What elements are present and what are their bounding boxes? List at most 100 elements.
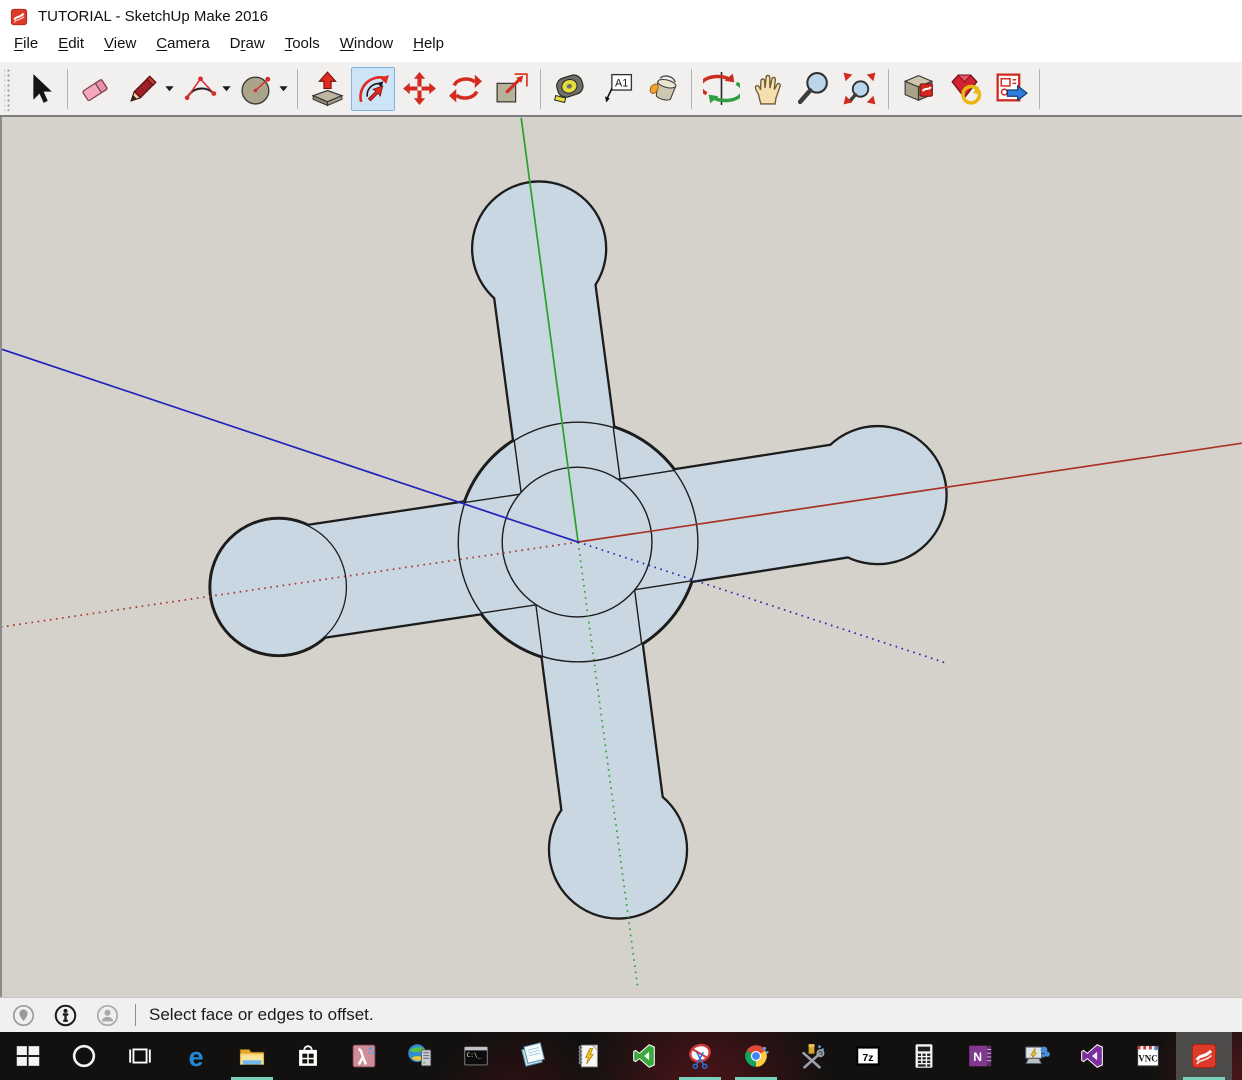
offset-tool-button[interactable]	[351, 67, 395, 111]
taskbar-button-lambda-app[interactable]	[336, 1032, 392, 1080]
store-icon	[293, 1041, 323, 1071]
menu-item-draw[interactable]: Draw	[220, 33, 275, 56]
seven-zip-icon: 7z	[853, 1041, 883, 1071]
paint-bucket-icon	[644, 70, 681, 107]
svg-text:VNC: VNC	[1138, 1054, 1157, 1064]
taskbar-button-edge-browser[interactable]: e	[168, 1032, 224, 1080]
taskbar-button-admin-tools[interactable]	[784, 1032, 840, 1080]
extension-warehouse-icon	[946, 70, 983, 107]
tape-measure-tool-button[interactable]	[548, 67, 592, 111]
lightning-notebook-icon	[573, 1041, 603, 1071]
command-prompt-icon: C:\_	[461, 1041, 491, 1071]
taskbar-button-visual-studio-green[interactable]	[616, 1032, 672, 1080]
select-tool-button[interactable]	[16, 67, 60, 111]
pan-tool-button[interactable]	[745, 67, 789, 111]
taskbar-button-chrome[interactable]	[728, 1032, 784, 1080]
windows-taskbar: e C:\_ 7z N VNC	[0, 1032, 1242, 1080]
toolbar: A1	[0, 62, 1242, 117]
taskbar-button-calculator[interactable]	[896, 1032, 952, 1080]
tape-measure-icon	[552, 70, 589, 107]
zoom-extents-icon	[841, 70, 878, 107]
status-geolocation-button[interactable]	[9, 1001, 37, 1029]
vnc-viewer-icon: VNC	[1133, 1041, 1163, 1071]
circle-tool-dropdown[interactable]	[277, 67, 290, 111]
taskbar-button-notebook-app[interactable]	[560, 1032, 616, 1080]
get-models-button[interactable]	[896, 67, 940, 111]
orbit-tool-button[interactable]	[699, 67, 743, 111]
scale-tool-button[interactable]	[489, 67, 533, 111]
drawing-viewport[interactable]	[0, 117, 1242, 997]
toolbar-grip-handle[interactable]	[4, 67, 11, 111]
taskbar-button-snipping-tool[interactable]	[672, 1032, 728, 1080]
menu-item-help[interactable]: Help	[403, 33, 454, 56]
move-tool-button[interactable]	[397, 67, 441, 111]
menu-item-window[interactable]: Window	[330, 33, 403, 56]
zoom-extents-tool-button[interactable]	[837, 67, 881, 111]
send-to-layout-button[interactable]	[988, 67, 1032, 111]
onenote-icon: N	[965, 1041, 995, 1071]
line-tool-button[interactable]	[121, 67, 165, 111]
svg-text:C:\_: C:\_	[467, 1052, 482, 1059]
status-sign-in-button[interactable]	[93, 1001, 121, 1029]
sketchup-logo-icon	[9, 7, 29, 27]
menu-item-tools[interactable]: Tools	[275, 33, 330, 56]
push-pull-tool-button[interactable]	[305, 67, 349, 111]
taskbar-button-task-view[interactable]	[112, 1032, 168, 1080]
arc-tool-dropdown[interactable]	[220, 67, 233, 111]
text-icon: A1	[598, 70, 635, 107]
caret-down-icon	[278, 83, 289, 94]
circle-tool-button[interactable]	[235, 67, 279, 111]
taskbar-button-file-explorer[interactable]	[224, 1032, 280, 1080]
taskbar-button-onenote[interactable]: N	[952, 1032, 1008, 1080]
paint-bucket-tool-button[interactable]	[640, 67, 684, 111]
menu-item-view[interactable]: View	[94, 33, 146, 56]
warehouse-model-icon	[900, 70, 937, 107]
arc-tool-button[interactable]	[178, 67, 222, 111]
caret-down-icon	[221, 83, 232, 94]
taskbar-button-network-server-app[interactable]	[392, 1032, 448, 1080]
svg-text:e: e	[188, 1041, 203, 1071]
lambda-icon	[349, 1041, 379, 1071]
rotate-icon	[447, 70, 484, 107]
toolbar-separator	[297, 69, 298, 109]
taskbar-button-sketchup[interactable]	[1176, 1032, 1232, 1080]
line-tool-dropdown[interactable]	[163, 67, 176, 111]
taskbar-button-start[interactable]	[0, 1032, 56, 1080]
taskbar-button-command-prompt[interactable]: C:\_	[448, 1032, 504, 1080]
visual-studio-green-icon	[629, 1041, 659, 1071]
snipping-tool-icon	[685, 1041, 715, 1071]
move-icon	[401, 70, 438, 107]
globe-server-icon	[405, 1041, 435, 1071]
toolbar-separator	[67, 69, 68, 109]
taskbar-button-notepad[interactable]	[504, 1032, 560, 1080]
scale-icon	[493, 70, 530, 107]
model-canvas[interactable]	[2, 117, 1242, 997]
rotate-tool-button[interactable]	[443, 67, 487, 111]
taskbar-button-remote-desktop[interactable]	[1008, 1032, 1064, 1080]
blue-axis-solid	[2, 349, 578, 542]
text-tool-button[interactable]: A1	[594, 67, 638, 111]
status-model-info-button[interactable]	[51, 1001, 79, 1029]
menu-item-camera[interactable]: Camera	[146, 33, 219, 56]
taskbar-button-cortana-search[interactable]	[56, 1032, 112, 1080]
toolbar-separator	[1039, 69, 1040, 109]
taskbar-button-seven-zip[interactable]: 7z	[840, 1032, 896, 1080]
toolbar-separator	[540, 69, 541, 109]
calculator-icon	[909, 1041, 939, 1071]
push-pull-icon	[309, 70, 346, 107]
taskbar-button-visual-studio-purple[interactable]	[1064, 1032, 1120, 1080]
taskbar-button-vnc-viewer[interactable]: VNC	[1120, 1032, 1176, 1080]
visual-studio-purple-icon	[1077, 1041, 1107, 1071]
menu-item-edit[interactable]: Edit	[48, 33, 94, 56]
status-bar: Select face or edges to offset.	[0, 997, 1242, 1032]
offset-icon	[355, 70, 392, 107]
eraser-tool-button[interactable]	[75, 67, 119, 111]
arc-icon	[182, 70, 219, 107]
admin-tools-icon	[797, 1041, 827, 1071]
zoom-icon	[795, 70, 832, 107]
sketchup-logo-icon	[1189, 1041, 1219, 1071]
zoom-tool-button[interactable]	[791, 67, 835, 111]
menu-item-file[interactable]: File	[4, 33, 48, 56]
extension-warehouse-button[interactable]	[942, 67, 986, 111]
taskbar-button-windows-store[interactable]	[280, 1032, 336, 1080]
